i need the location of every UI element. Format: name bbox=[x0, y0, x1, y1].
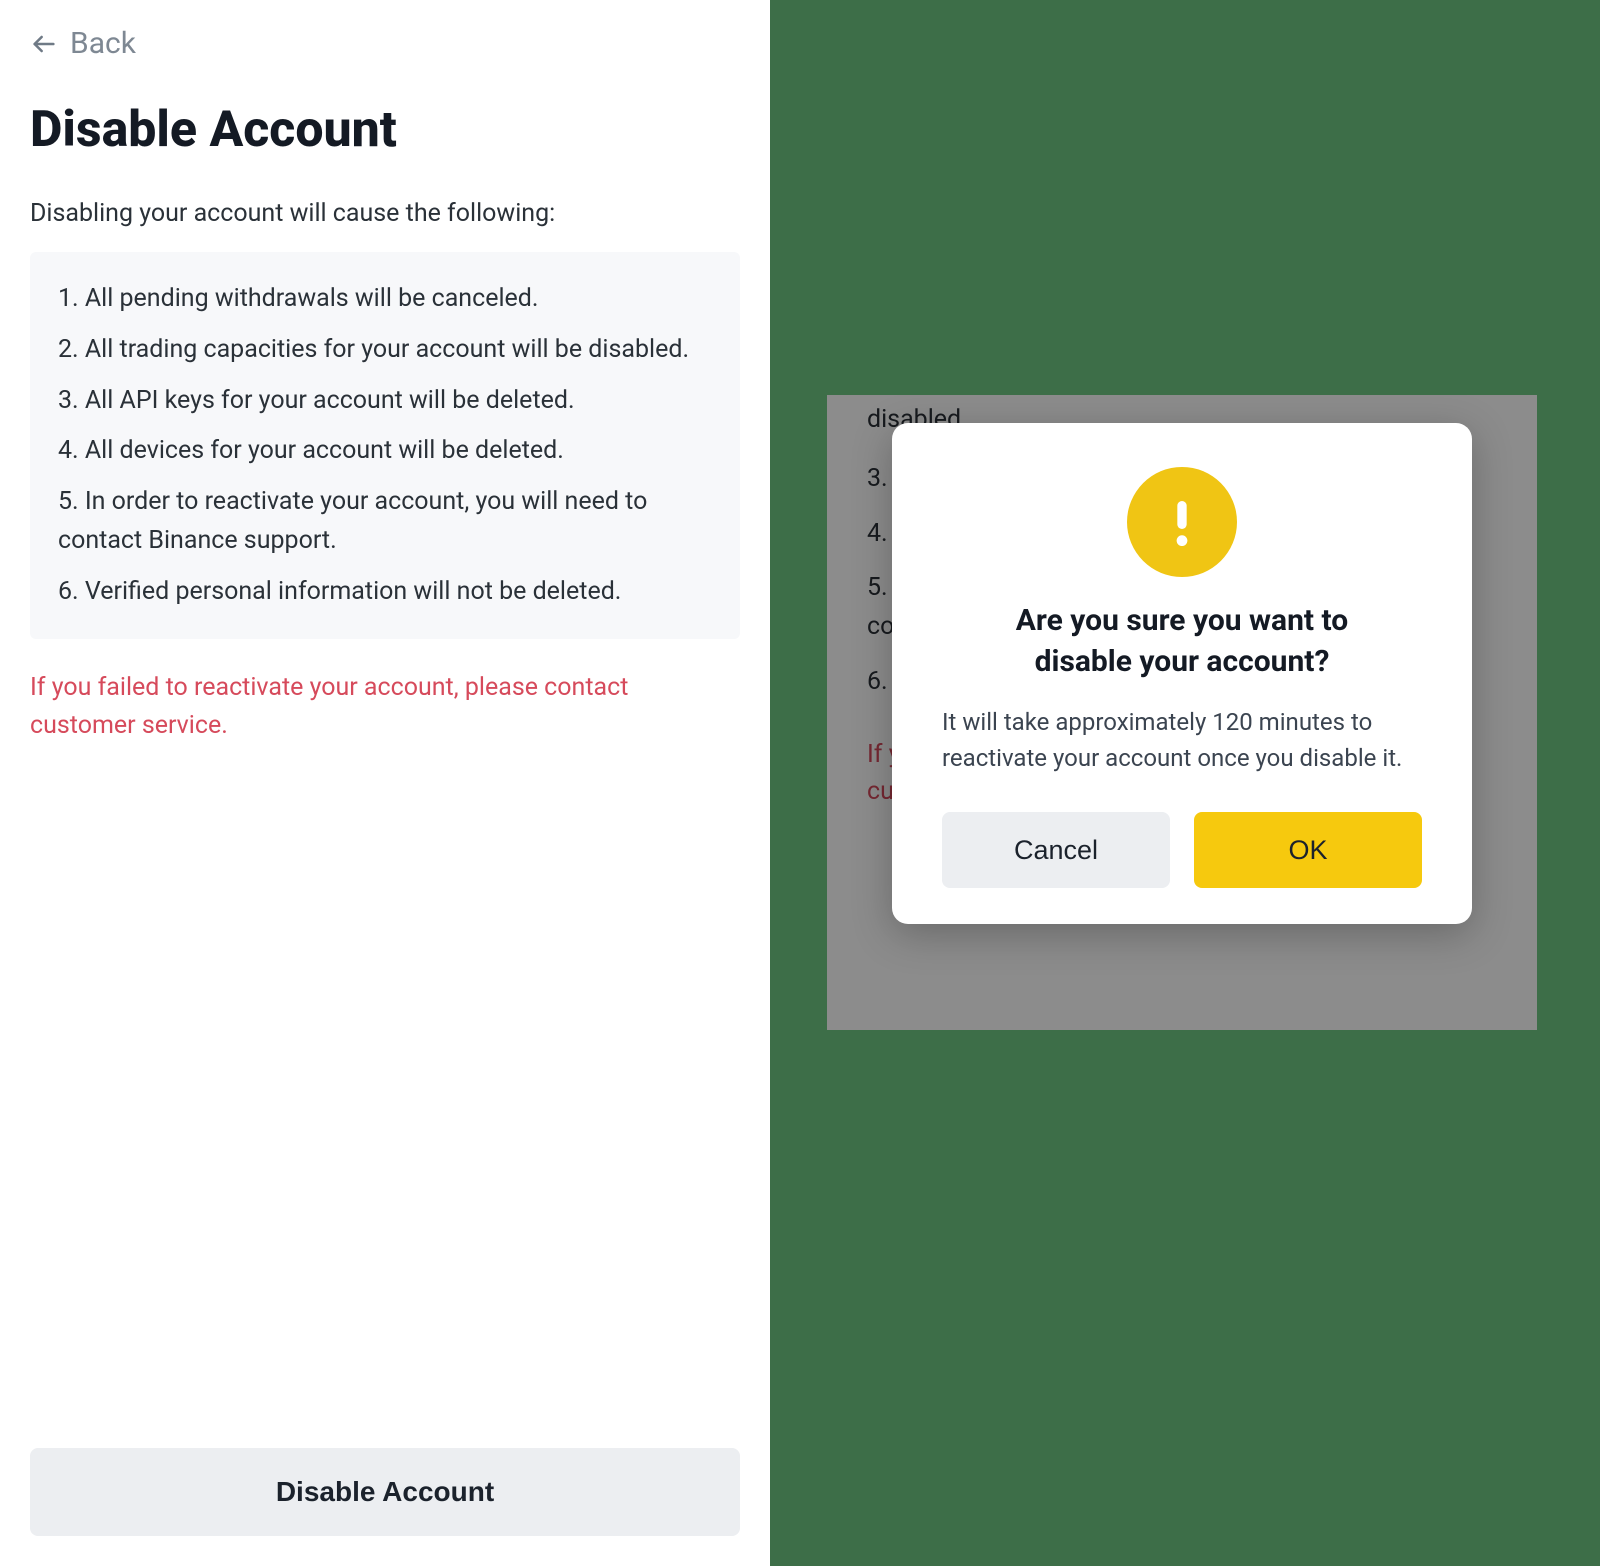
ok-button[interactable]: OK bbox=[1194, 812, 1422, 888]
modal-title-line2: disable your account? bbox=[1035, 644, 1330, 679]
exclamation-icon bbox=[1127, 467, 1237, 577]
consequences-box: 1. All pending withdrawals will be cance… bbox=[30, 252, 740, 639]
modal-title-line1: Are you sure you want to bbox=[1016, 603, 1348, 638]
modal-title: Are you sure you want to disable your ac… bbox=[942, 601, 1422, 682]
disable-account-screen: Back Disable Account Disabling your acco… bbox=[0, 0, 770, 1566]
confirm-modal-screen: disabled. 3. All API keys for your accou… bbox=[827, 395, 1537, 1030]
confirm-disable-modal: Are you sure you want to disable your ac… bbox=[892, 423, 1472, 924]
conseq-item-4: 4. All devices for your account will be … bbox=[58, 432, 712, 471]
modal-buttons: Cancel OK bbox=[942, 812, 1422, 888]
intro-text: Disabling your account will cause the fo… bbox=[30, 199, 740, 228]
page-title: Disable Account bbox=[30, 101, 740, 159]
back-label: Back bbox=[70, 26, 136, 61]
back-button[interactable]: Back bbox=[30, 26, 740, 61]
conseq-item-2: 2. All trading capacities for your accou… bbox=[58, 331, 712, 370]
cancel-button[interactable]: Cancel bbox=[942, 812, 1170, 888]
conseq-item-5: 5. In order to reactivate your account, … bbox=[58, 483, 712, 561]
warning-text: If you failed to reactivate your account… bbox=[30, 669, 740, 744]
disable-account-button[interactable]: Disable Account bbox=[30, 1448, 740, 1536]
conseq-item-1: 1. All pending withdrawals will be cance… bbox=[58, 280, 712, 319]
conseq-item-6: 6. Verified personal information will no… bbox=[58, 573, 712, 612]
modal-body: It will take approximately 120 minutes t… bbox=[942, 704, 1422, 776]
arrow-left-icon bbox=[30, 30, 58, 58]
conseq-item-3: 3. All API keys for your account will be… bbox=[58, 382, 712, 421]
